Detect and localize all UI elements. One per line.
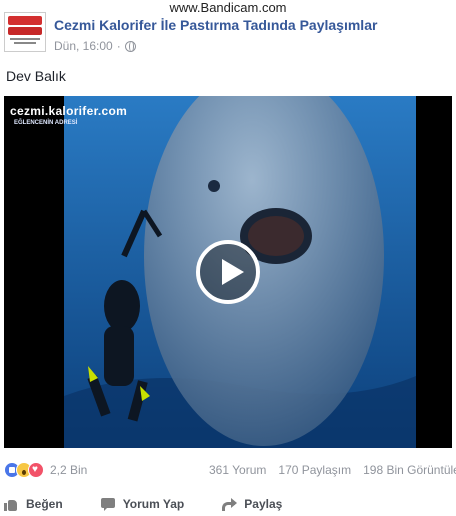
video-player[interactable]: cezmi.kalorifer.com EĞLENCENİN ADRESİ	[4, 96, 452, 448]
header-text: Cezmi Kalorifer İle Pastırma Tadında Pay…	[54, 12, 377, 58]
reaction-count[interactable]: 2,2 Bin	[50, 463, 87, 477]
post-timestamp[interactable]: Dün, 16:00	[54, 38, 113, 54]
comment-count[interactable]: 361 Yorum	[209, 463, 266, 477]
view-count: 198 Bin Görüntüle	[363, 463, 456, 477]
post-text: Dev Balık	[6, 68, 66, 84]
video-overlay-title: cezmi.kalorifer.com	[10, 104, 128, 118]
avatar-logo-mid	[8, 27, 42, 35]
thumbs-up-icon	[4, 498, 18, 511]
play-icon[interactable]	[196, 240, 260, 304]
comment-button-label: Yorum Yap	[122, 497, 185, 511]
love-reaction-icon	[28, 462, 44, 478]
share-count[interactable]: 170 Paylaşım	[278, 463, 351, 477]
share-button-label: Paylaş	[244, 497, 283, 511]
bandicam-watermark: www.Bandicam.com	[167, 0, 289, 15]
avatar-logo-top	[8, 16, 42, 25]
post-header: Cezmi Kalorifer İle Pastırma Tadında Pay…	[4, 12, 452, 58]
meta-separator: ·	[116, 39, 121, 53]
comment-button[interactable]: Yorum Yap	[100, 497, 185, 511]
like-button[interactable]: Beğen	[4, 497, 63, 511]
avatar-logo-line	[10, 38, 40, 40]
share-icon	[222, 497, 238, 511]
globe-icon[interactable]	[124, 40, 136, 52]
share-button[interactable]: Paylaş	[222, 497, 282, 511]
post-actions: Beğen Yorum Yap Paylaş	[4, 494, 456, 514]
post-meta: Dün, 16:00 ·	[54, 38, 377, 54]
like-button-label: Beğen	[26, 497, 63, 511]
page-avatar[interactable]	[4, 12, 46, 52]
avatar-logo-line-short	[14, 42, 36, 44]
reactions-summary[interactable]: 2,2 Bin	[4, 462, 87, 478]
page-name-link[interactable]: Cezmi Kalorifer İle Pastırma Tadında Pay…	[54, 16, 377, 34]
video-overlay-subtitle: EĞLENCENİN ADRESİ	[14, 120, 78, 126]
post-stats: 2,2 Bin 361 Yorum 170 Paylaşım 198 Bin G…	[4, 460, 456, 480]
comment-icon	[100, 497, 115, 511]
engagement-counts: 361 Yorum 170 Paylaşım 198 Bin Görüntüle	[209, 463, 456, 477]
